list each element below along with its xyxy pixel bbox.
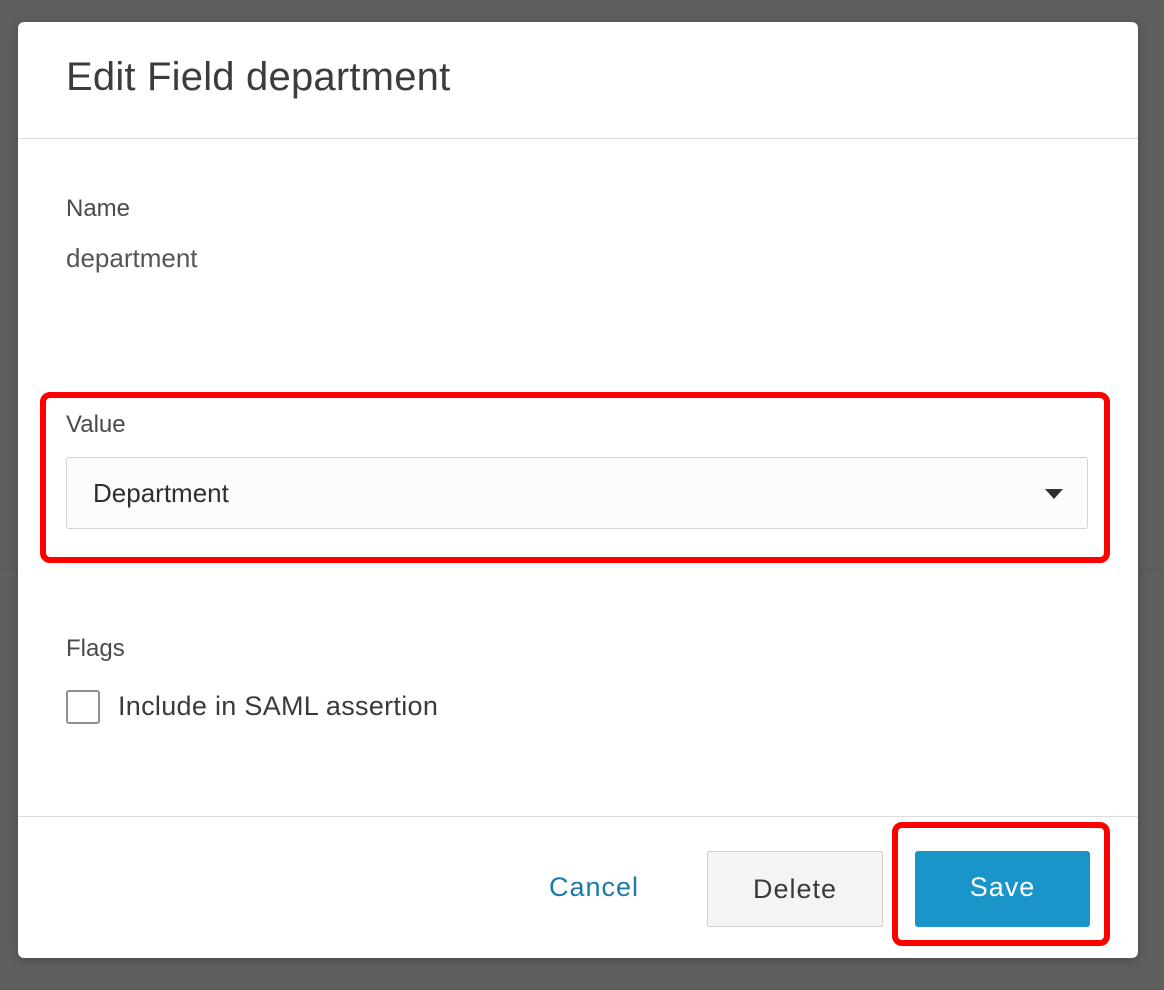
value-label: Value — [66, 411, 126, 438]
delete-button[interactable]: Delete — [707, 851, 883, 927]
flags-label: Flags — [66, 635, 125, 662]
include-in-saml-checkbox[interactable] — [66, 690, 100, 724]
dialog-title: Edit Field department — [66, 55, 451, 99]
value-select-text: Department — [93, 478, 229, 508]
include-in-saml-label[interactable]: Include in SAML assertion — [118, 691, 438, 722]
save-button[interactable]: Save — [915, 851, 1090, 927]
cancel-button[interactable]: Cancel — [524, 857, 664, 917]
name-label: Name — [66, 195, 131, 222]
edit-field-dialog: Edit Field department Name department Va… — [18, 22, 1138, 958]
caret-down-icon[interactable] — [1045, 489, 1063, 499]
name-value: department — [66, 243, 198, 273]
value-select[interactable]: Department — [66, 457, 1088, 529]
dialog-header: Edit Field department — [18, 22, 1138, 139]
dialog-footer: Cancel Delete Save — [18, 816, 1138, 959]
